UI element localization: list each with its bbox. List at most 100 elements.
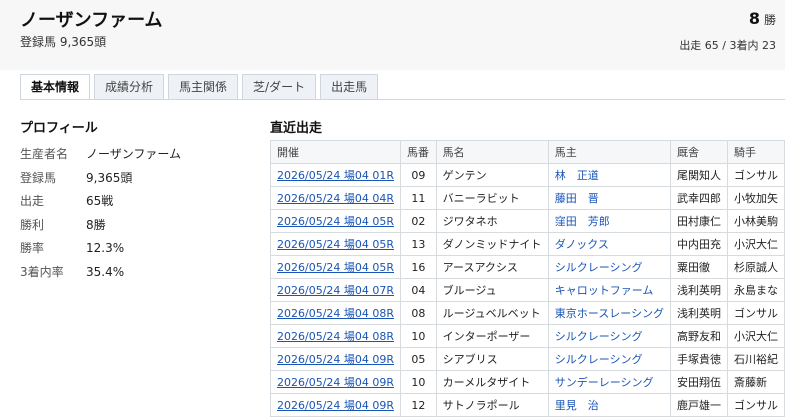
horse-name-cell: サトノラポール	[435, 393, 549, 417]
horse-number-cell: 12	[400, 393, 437, 417]
horse-name-cell: アースアクシス	[435, 255, 549, 279]
race-link-cell: 2026/05/24 場04 08R	[269, 301, 402, 325]
horse-number: 11	[411, 191, 426, 205]
stable-name: 浅利英明	[676, 307, 721, 320]
owner-link-cell: 林 正道	[547, 163, 671, 187]
horse-number: 16	[411, 260, 426, 274]
owner-link[interactable]: サンデーレーシング	[555, 376, 654, 389]
profile-row: 3着内率 35.4%	[20, 261, 181, 285]
recent-runs-body: 2026/05/24 場04 01R 09 ゲンテン林 正道 尾関知人 ゴンサル 2026…	[269, 163, 785, 417]
owner-link-cell: 里見 治	[547, 393, 671, 417]
owner-link-cell: サンデーレーシング	[547, 370, 671, 394]
col-horse: 馬名	[435, 140, 549, 164]
horse-name-cell: ダノンミッドナイト	[435, 232, 549, 256]
jockey-name: 斎藤新	[733, 376, 767, 389]
horse-number-cell: 16	[400, 255, 437, 279]
horse-number-cell: 10	[400, 324, 437, 348]
table-row: 2026/05/24 場04 05R 02 ジワタネホ 窪田 芳郎 田村康仁 小林美駒	[269, 209, 785, 233]
race-link[interactable]: 2026/05/24 場04 04R	[277, 192, 394, 205]
jockey-name: ゴンサル	[733, 307, 778, 320]
horse-name: アースアクシス	[442, 261, 518, 274]
stable-name-cell: 高野友和	[669, 324, 728, 348]
horse-name: ジワタネホ	[442, 215, 498, 228]
table-header-row: 開催 馬番 馬名 馬主 厩舎 騎手	[269, 140, 785, 164]
stable-name: 武幸四郎	[676, 192, 721, 205]
race-link[interactable]: 2026/05/24 場04 07R	[277, 284, 394, 297]
profile-row: 登録馬 9,365頭	[20, 167, 181, 191]
profile-label: 勝率	[20, 241, 45, 256]
stable-name: 高野友和	[676, 330, 721, 343]
owner-link-cell: キャロットファーム	[547, 278, 671, 302]
stable-name: 浅利英明	[676, 284, 721, 297]
col-number: 馬番	[400, 140, 437, 164]
horse-number-cell: 08	[400, 301, 437, 325]
profile-label: 3着内率	[20, 264, 64, 279]
tab-performance[interactable]: 成績分析	[94, 74, 165, 100]
tab-owners[interactable]: 馬主関係	[168, 74, 239, 100]
stable-name-cell: 安田翔伍	[669, 370, 728, 394]
owner-link-cell: 藤田 晋	[547, 186, 671, 210]
horse-number: 13	[411, 237, 426, 251]
horse-number: 10	[411, 329, 426, 343]
jockey-name: 小林美駒	[733, 215, 778, 228]
horse-number: 05	[411, 352, 426, 366]
stable-name-cell: 武幸四郎	[669, 186, 728, 210]
jockey-name: 石川裕紀	[733, 353, 778, 366]
profile-label: 出走	[20, 194, 45, 209]
jockey-name-cell: 小牧加矢	[726, 186, 785, 210]
jockey-name-cell: 杉原誠人	[726, 255, 785, 279]
tab-turf-dirt[interactable]: 芝/ダート	[242, 74, 317, 100]
owner-link[interactable]: シルクレーシング	[555, 330, 643, 343]
horse-name: シアブリス	[442, 353, 498, 366]
stable-name-cell: 浅利英明	[669, 301, 728, 325]
tab-bar: 基本情報 成績分析 馬主関係 芝/ダート 出走馬	[20, 74, 379, 100]
race-link[interactable]: 2026/05/24 場04 09R	[277, 376, 394, 389]
race-link[interactable]: 2026/05/24 場04 09R	[277, 399, 394, 412]
stable-name: 中内田充	[676, 238, 721, 251]
page-title: ノーザンファーム	[20, 10, 163, 31]
horse-name: ブルージュ	[442, 284, 497, 297]
owner-link[interactable]: シルクレーシング	[555, 261, 643, 274]
horse-number-cell: 10	[400, 370, 437, 394]
jockey-name: 小沢大仁	[733, 238, 778, 251]
table-row: 2026/05/24 場04 05R 13 ダノンミッドナイト ダノックス 中内田充 小沢…	[269, 232, 785, 256]
owner-link-cell: シルクレーシング	[547, 255, 671, 279]
owner-link[interactable]: キャロットファーム	[555, 284, 654, 297]
tab-horses[interactable]: 出走馬	[320, 74, 379, 100]
horse-name-cell: ジワタネホ	[435, 209, 549, 233]
owner-link[interactable]: 林 正道	[555, 169, 599, 182]
horse-name: バニーラビット	[442, 192, 520, 205]
jockey-name: ゴンサル	[733, 169, 778, 182]
table-row: 2026/05/24 場04 04R 11 バニーラビット 藤田 晋 武幸四郎 小牧加矢	[269, 186, 785, 210]
horse-name-cell: ゲンテン	[435, 163, 549, 187]
race-link-cell: 2026/05/24 場04 09R	[269, 370, 402, 394]
horse-name: ゲンテン	[442, 169, 487, 182]
owner-link[interactable]: 藤田 晋	[555, 192, 599, 205]
owner-link[interactable]: 窪田 芳郎	[555, 215, 610, 228]
race-link-cell: 2026/05/24 場04 04R	[269, 186, 402, 210]
stable-name: 田村康仁	[676, 215, 721, 228]
profile-row: 勝率 12.3%	[20, 237, 181, 261]
stable-name: 鹿戸雄一	[676, 399, 721, 412]
owner-link[interactable]: ダノックス	[555, 238, 609, 251]
race-link[interactable]: 2026/05/24 場04 01R	[277, 169, 394, 182]
race-link-cell: 2026/05/24 場04 09R	[269, 347, 402, 371]
race-link[interactable]: 2026/05/24 場04 09R	[277, 353, 394, 366]
col-stable: 厩舎	[669, 140, 728, 164]
tab-basic-info[interactable]: 基本情報	[20, 74, 91, 100]
race-link[interactable]: 2026/05/24 場04 05R	[277, 215, 394, 228]
owner-link[interactable]: シルクレーシング	[555, 353, 643, 366]
wins-value: 8	[748, 9, 760, 28]
owner-link[interactable]: 里見 治	[555, 399, 599, 412]
race-link[interactable]: 2026/05/24 場04 08R	[277, 330, 394, 343]
race-link[interactable]: 2026/05/24 場04 05R	[277, 238, 394, 251]
stable-name-cell: 尾関知人	[669, 163, 728, 187]
race-link[interactable]: 2026/05/24 場04 05R	[277, 261, 394, 274]
stable-name: 安田翔伍	[676, 376, 721, 389]
horse-number-cell: 02	[400, 209, 437, 233]
race-link[interactable]: 2026/05/24 場04 08R	[277, 307, 394, 320]
profile-value: 9,365頭	[86, 170, 133, 185]
owner-link[interactable]: 東京ホースレーシング	[555, 307, 664, 320]
profile-label: 勝利	[20, 217, 45, 232]
horse-name-cell: ルージュベルベット	[435, 301, 549, 325]
